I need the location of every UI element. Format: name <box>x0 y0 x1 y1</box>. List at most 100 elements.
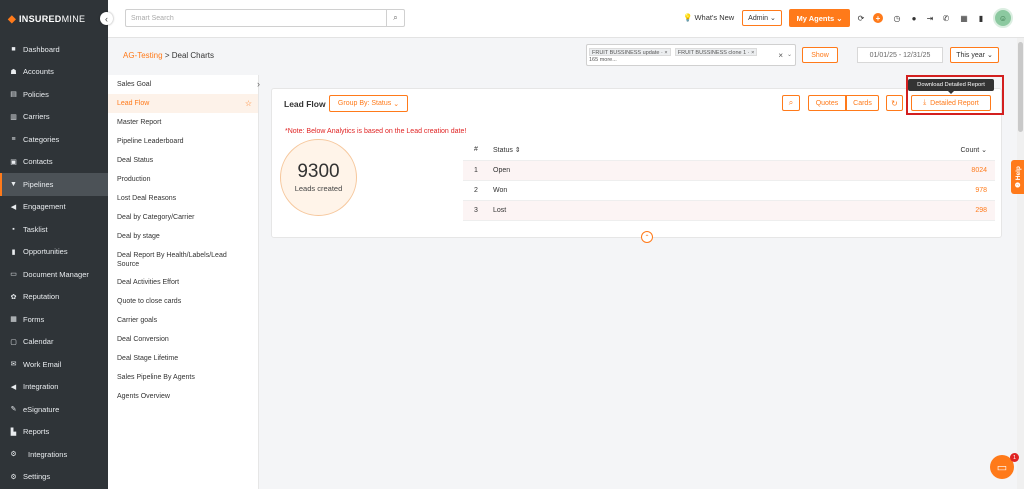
sidebar-item-carriers[interactable]: ▥ Carriers <box>0 106 108 129</box>
report-item-lead-flow[interactable]: Lead Flow ☆ <box>108 94 258 113</box>
sidebar-item-forms[interactable]: ▦ Forms <box>0 308 108 331</box>
sidebar-item-integration[interactable]: ◀ Integration <box>0 376 108 399</box>
report-item-quote-to-close-cards[interactable]: Quote to close cards <box>108 292 258 311</box>
row-count[interactable]: 298 <box>935 207 995 214</box>
report-item-carrier-goals[interactable]: Carrier goals <box>108 311 258 330</box>
phone-icon[interactable]: ✆ <box>941 13 951 23</box>
user-avatar[interactable]: ☺ <box>993 8 1013 28</box>
table-row[interactable]: 1 Open 8024 <box>463 161 995 181</box>
header-status[interactable]: Status ⇕ <box>493 146 935 154</box>
report-item-production[interactable]: Production <box>108 170 258 189</box>
sidebar-item-label: Integrations <box>28 449 68 459</box>
report-item-agents-overview[interactable]: Agents Overview <box>108 387 258 406</box>
row-count[interactable]: 8024 <box>935 167 995 174</box>
sidebar-item-pipelines[interactable]: ▼ Pipelines <box>0 173 108 196</box>
report-item-sales-pipeline-by-agents[interactable]: Sales Pipeline By Agents <box>108 368 258 387</box>
tag-remove-icon[interactable]: × <box>664 50 667 56</box>
sidebar-item-label: Settings <box>23 472 51 482</box>
sidebar-item-reputation[interactable]: ✿ Reputation <box>0 286 108 309</box>
group-by-select[interactable]: Group By: Status ⌄ <box>329 95 408 112</box>
filter-more[interactable]: 165 more... <box>589 57 793 63</box>
sidebar-item-contacts[interactable]: ▣ Contacts <box>0 151 108 174</box>
report-item-deal-by-category-carrier[interactable]: Deal by Category/Carrier <box>108 208 258 227</box>
date-range-input[interactable]: 01/01/25 - 12/31/25 <box>857 47 943 63</box>
help-tab[interactable]: ❷ Help <box>1011 160 1024 194</box>
brand-logo[interactable]: ◆ INSURED MINE <box>0 0 108 38</box>
logout-icon[interactable]: ⇥ <box>925 13 935 23</box>
search-icon[interactable]: ⌕ <box>386 10 404 26</box>
star-icon[interactable]: ☆ <box>245 99 252 108</box>
report-item-deal-stage-lifetime[interactable]: Deal Stage Lifetime <box>108 349 258 368</box>
report-item-lost-deal-reasons[interactable]: Lost Deal Reasons <box>108 189 258 208</box>
tag-remove-icon[interactable]: × <box>751 50 754 56</box>
chevron-right-icon[interactable]: › <box>257 80 260 89</box>
mobile-icon[interactable]: ▮ <box>976 13 986 23</box>
report-item-deal-status[interactable]: Deal Status <box>108 151 258 170</box>
sidebar-item-engagement[interactable]: ◀ Engagement <box>0 196 108 219</box>
notification-icon[interactable]: ● <box>909 13 919 23</box>
sidebar-collapse-icon[interactable]: ‹ <box>100 12 113 25</box>
chevron-down-icon[interactable]: ⌄ <box>787 51 792 58</box>
expand-up-icon[interactable]: ⌃ <box>641 231 653 243</box>
header-count[interactable]: Count ⌄ <box>935 146 995 154</box>
period-select[interactable]: This year ⌄ <box>950 47 999 63</box>
sidebar-item-document-manager[interactable]: ▭ Document Manager <box>0 263 108 286</box>
clock-icon[interactable]: ◷ <box>892 13 902 23</box>
filter-tag[interactable]: FRUIT BUSSINESS update · × <box>589 48 671 56</box>
clear-icon[interactable]: × <box>778 51 783 60</box>
cards-button[interactable]: Cards <box>846 95 879 111</box>
sidebar-item-tasklist[interactable]: ▪ Tasklist <box>0 218 108 241</box>
report-item-label: Deal Conversion <box>117 336 169 343</box>
sidebar-item-label: Pipelines <box>23 179 54 189</box>
my-agents-button[interactable]: My Agents ⌄ <box>789 9 850 27</box>
report-item-deal-by-stage[interactable]: Deal by stage <box>108 227 258 246</box>
sidebar-item-integrations[interactable]: ⚙ Integrations <box>0 443 108 466</box>
whats-new-link[interactable]: 💡 What's New <box>683 13 734 22</box>
sidebar-item-label: Calendar <box>23 337 54 347</box>
search-icon[interactable]: ⌕ <box>782 95 800 111</box>
search-input[interactable] <box>126 10 386 26</box>
chip-icon[interactable]: ▦ <box>959 13 969 23</box>
report-item-master-report[interactable]: Master Report <box>108 113 258 132</box>
role-select[interactable]: Admin ⌄ <box>742 10 782 26</box>
refresh-icon[interactable]: ↻ <box>886 95 903 111</box>
show-button[interactable]: Show <box>802 47 838 63</box>
calendar-icon: ▢ <box>10 338 17 346</box>
row-count[interactable]: 978 <box>935 187 995 194</box>
report-item-deal-activities-effort[interactable]: Deal Activities Effort <box>108 273 258 292</box>
sync-icon[interactable]: ⟳ <box>856 13 866 23</box>
sidebar-item-policies[interactable]: ▤ Policies <box>0 83 108 106</box>
breadcrumb-root[interactable]: AG-Testing <box>123 51 163 60</box>
report-item-deal-conversion[interactable]: Deal Conversion <box>108 330 258 349</box>
sidebar-item-reports[interactable]: ▙ Reports <box>0 421 108 444</box>
sidebar-item-label: Reputation <box>23 292 60 302</box>
pipeline-filter[interactable]: FRUIT BUSSINESS update · × FRUIT BUSSINE… <box>586 44 796 66</box>
sidebar-item-esignature[interactable]: ✎ eSignature <box>0 398 108 421</box>
report-item-deal-report-by-health-labels-lead-source[interactable]: Deal Report By Health/Labels/Lead Source <box>108 246 258 273</box>
tooltip: Download Detailed Report <box>908 79 994 94</box>
report-item-label: Sales Pipeline By Agents <box>117 374 195 381</box>
add-icon[interactable]: + <box>873 13 883 23</box>
report-item-pipeline-leaderboard[interactable]: Pipeline Leaderboard <box>108 132 258 151</box>
table-row[interactable]: 3 Lost 298 <box>463 201 995 221</box>
sidebar-item-settings[interactable]: ⚙ Settings <box>0 466 108 489</box>
sidebar-item-categories[interactable]: ≡ Categories <box>0 128 108 151</box>
sidebar-item-label: Opportunities <box>23 247 68 257</box>
sidebar-item-label: Carriers <box>23 112 50 122</box>
quotes-button[interactable]: Quotes <box>808 95 846 111</box>
sidebar-item-dashboard[interactable]: ■ Dashboard <box>0 38 108 61</box>
bulb-icon: 💡 <box>683 13 693 22</box>
help-label: ❷ Help <box>1014 166 1022 188</box>
sidebar-item-calendar[interactable]: ▢ Calendar <box>0 331 108 354</box>
scrollbar-thumb[interactable] <box>1018 42 1023 132</box>
filter-tag[interactable]: FRUIT BUSSINESS clone 1 · × <box>674 48 758 56</box>
table-row[interactable]: 2 Won 978 <box>463 181 995 201</box>
report-item-sales-goal[interactable]: Sales Goal › <box>108 75 260 94</box>
status-table: # Status ⇕ Count ⌄ 1 Open 8024 2 Won 978 3 Lost… <box>463 139 995 221</box>
sidebar-item-opportunities[interactable]: ▮ Opportunities <box>0 241 108 264</box>
sidebar-item-accounts[interactable]: ☗ Accounts <box>0 61 108 84</box>
work-email-icon: ✉ <box>10 361 17 369</box>
sidebar-item-work-email[interactable]: ✉ Work Email <box>0 353 108 376</box>
report-list: Sales Goal › Lead Flow ☆ Master Report Pipeli… <box>108 75 260 489</box>
sidebar-item-label: Tasklist <box>23 224 48 234</box>
